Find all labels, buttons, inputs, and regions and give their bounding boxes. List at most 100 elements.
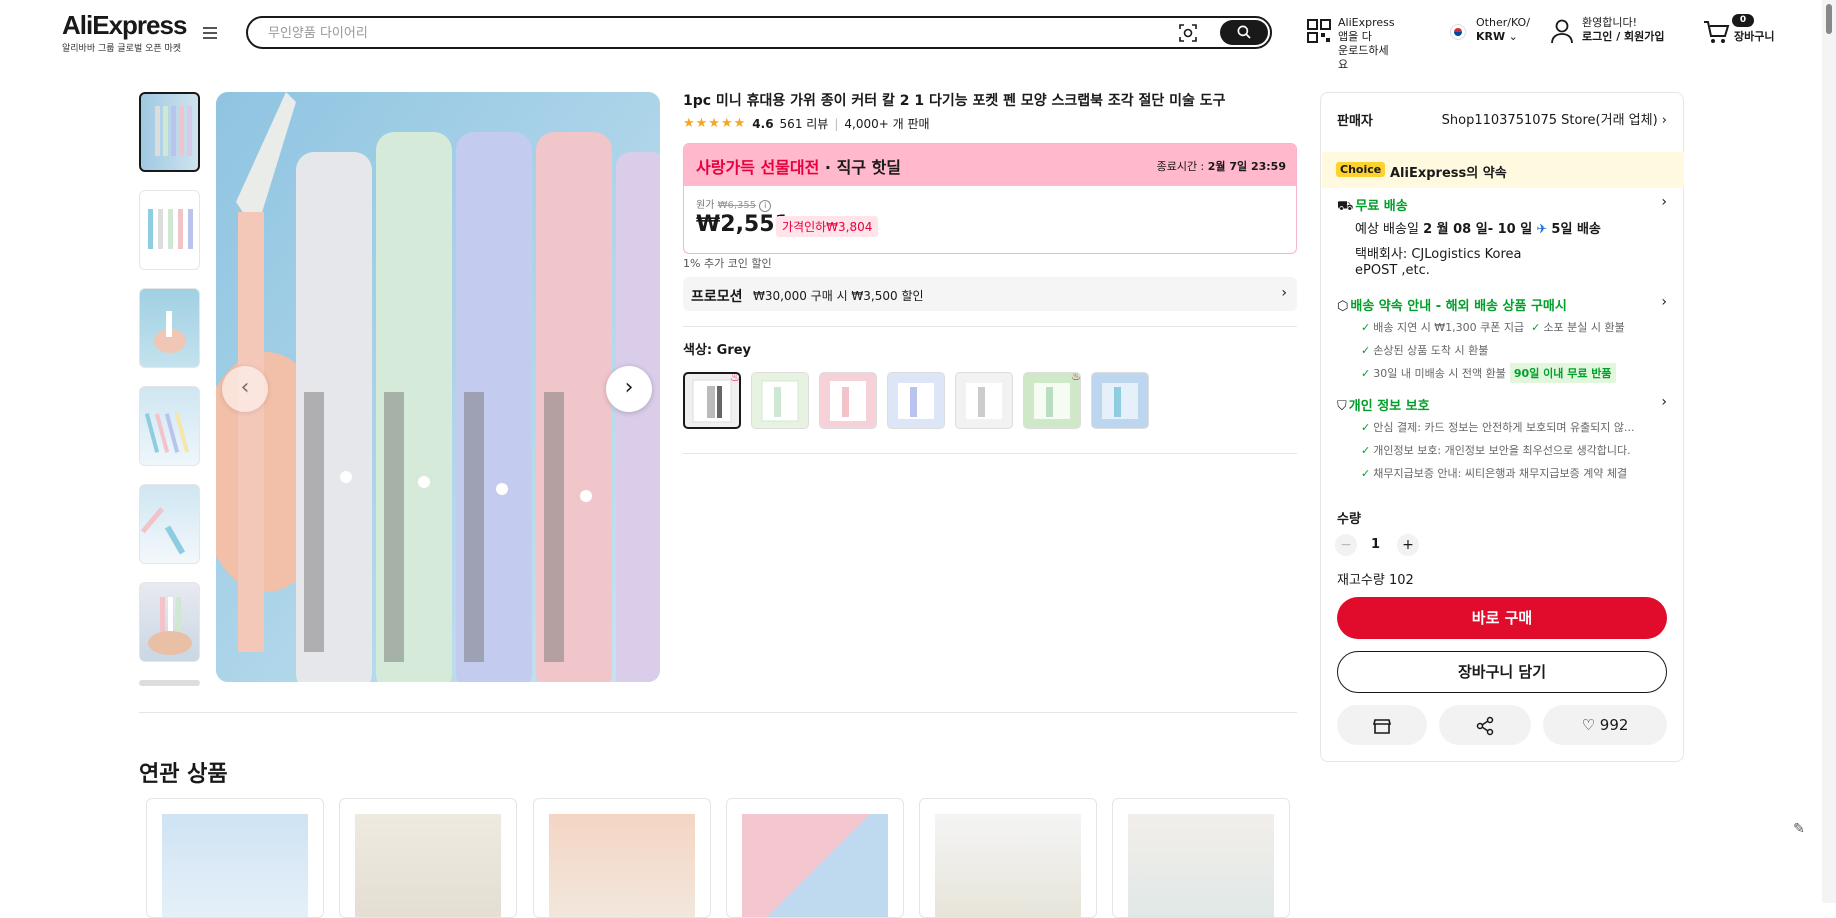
chevron-right-icon[interactable]: › (1661, 394, 1667, 410)
divider (683, 326, 1297, 327)
thumbnail[interactable] (139, 92, 200, 172)
related-product-card[interactable] (533, 798, 711, 918)
logo-subtitle: 알리바바 그룹 글로벌 오픈 마켓 (62, 44, 182, 54)
color-label: 색상: Grey (683, 343, 752, 358)
check-icon: ✓ (1531, 321, 1541, 334)
store-button[interactable] (1337, 705, 1427, 745)
coin-discount: 1% 추가 코인 할인 (683, 257, 772, 270)
promise-item: ✓ 손상된 상품 도착 시 환불 (1361, 344, 1489, 357)
cart-label: 장바구니 (1734, 30, 1775, 43)
related-product-card[interactable] (1112, 798, 1290, 918)
thumbnail[interactable] (139, 680, 200, 686)
product-thumbnail (1128, 814, 1274, 917)
star-rating-icon: ★★★★★ (683, 116, 747, 131)
sale-banner: 사랑가득 선물대전 · 직구 핫딜 종료시간 : 2월 7일 23:59 원가 … (683, 143, 1297, 254)
chevron-right-icon[interactable]: › (1661, 194, 1667, 210)
truck-icon: ⛟ (1337, 199, 1354, 214)
edit-icon[interactable]: ✎ (1788, 818, 1810, 840)
next-image-button[interactable]: › (606, 366, 652, 412)
related-product-card[interactable] (339, 798, 517, 918)
privacy-item: ✓ 개인정보 보호: 개인정보 보안을 최우선으로 생각합니다. (1361, 444, 1631, 457)
privacy-title[interactable]: ⛉ 개인 정보 보호 (1337, 395, 1430, 414)
product-thumbnail (935, 814, 1081, 917)
check-icon: ✓ (1361, 321, 1371, 334)
choice-title: AliExpress의 약속 (1390, 166, 1507, 181)
prev-image-button[interactable]: ‹ (222, 366, 268, 412)
promotion-text: ₩30,000 구매 시 ₩3,500 할인 (753, 289, 924, 303)
heart-icon: ♡ (1581, 716, 1596, 734)
swatch-green[interactable] (751, 372, 809, 429)
color-swatches: ♨ ♨ (683, 372, 1149, 429)
plane-icon: ✈ (1536, 222, 1548, 237)
free-return-badge: 90일 이내 무료 반품 (1509, 363, 1616, 383)
scrollbar-thumb[interactable] (1826, 4, 1832, 34)
original-price: 원가 ₩6,355 i (696, 196, 772, 212)
product-photo (216, 92, 660, 682)
check-icon: ✓ (1361, 444, 1371, 457)
wishlist-button[interactable]: ♡ 992 (1543, 705, 1667, 745)
thumbnail[interactable] (139, 190, 200, 270)
menu-icon[interactable] (203, 27, 217, 39)
choice-banner: Choice AliExpress의 약속 (1322, 152, 1684, 188)
chevron-left-icon: ‹ (240, 375, 250, 400)
courier-line: 택배회사: CJLogistics Korea (1355, 247, 1522, 262)
delivery-promise-title[interactable]: ⬡ 배송 약속 안내 - 해외 배송 상품 구매시 (1337, 295, 1567, 314)
rating-row: ★★★★★ 4.6 561 리뷰 | 4,000+ 개 판매 (683, 115, 930, 132)
search-button[interactable] (1220, 20, 1268, 45)
seller-link[interactable]: Shop1103751075 Store(거래 업체) › (1442, 109, 1667, 128)
product-thumbnail (162, 814, 308, 917)
rating-value: 4.6 (752, 116, 774, 131)
thumbnail[interactable] (139, 288, 200, 368)
related-product-card[interactable] (146, 798, 324, 918)
chevron-down-icon: ⌄ (1508, 30, 1518, 43)
thumbnail[interactable] (139, 582, 200, 662)
quantity-decrease-button[interactable]: − (1335, 534, 1357, 556)
swatch-mint[interactable]: ♨ (1023, 372, 1081, 429)
sale-header: 사랑가득 선물대전 · 직구 핫딜 종료시간 : 2월 7일 23:59 (684, 144, 1296, 186)
swatch-grey[interactable]: ♨ (683, 372, 741, 429)
promotion-bar[interactable]: 프로모션 ₩30,000 구매 시 ₩3,500 할인 › (683, 277, 1297, 311)
product-title: 1pc 미니 휴대용 가위 종이 커터 칼 2 1 다기능 포켓 펜 모양 스크… (683, 93, 1226, 109)
purchase-panel: 판매자 Shop1103751075 Store(거래 업체) › Choice… (1320, 92, 1684, 762)
scrollbar[interactable] (1822, 0, 1836, 903)
region-text: Other/KO/ KRW ⌄ (1476, 16, 1530, 43)
privacy-item: ✓ 채무지급보증 안내: 씨티은행과 채무지급보증 계약 체결 (1361, 467, 1628, 480)
main-product-image[interactable] (216, 92, 660, 682)
swatch-white[interactable] (955, 372, 1013, 429)
chevron-right-icon[interactable]: › (1661, 294, 1667, 310)
product-thumbnail (742, 814, 888, 917)
share-icon (1476, 716, 1494, 735)
check-icon: ✓ (1361, 344, 1371, 357)
hot-icon: ♨ (1071, 372, 1081, 383)
box-icon: ⬡ (1337, 299, 1349, 314)
free-shipping-title[interactable]: ⛟ 무료 배송 (1337, 195, 1408, 216)
add-to-cart-button[interactable]: 장바구니 담기 (1337, 651, 1667, 693)
info-icon[interactable]: i (759, 200, 772, 212)
thumbnail[interactable] (139, 386, 200, 466)
swatch-pink[interactable] (819, 372, 877, 429)
quantity-value[interactable]: 1 (1371, 537, 1380, 552)
swatch-blue[interactable] (887, 372, 945, 429)
image-search-icon[interactable] (1178, 23, 1198, 43)
account-text: 환영합니다! 로그인 / 회원가입 (1582, 16, 1665, 43)
product-thumbnail (355, 814, 501, 917)
wishlist-count: 992 (1599, 716, 1629, 734)
swatch-sky[interactable] (1091, 372, 1149, 429)
related-product-card[interactable] (726, 798, 904, 918)
aliexpress-logo[interactable]: AliExpress 알리바바 그룹 글로벌 오픈 마켓 (62, 10, 187, 54)
review-count[interactable]: 561 리뷰 (780, 115, 829, 132)
related-title: 연관 상품 (139, 762, 228, 787)
thumbnail-list (139, 92, 200, 704)
share-button[interactable] (1439, 705, 1531, 745)
chevron-right-icon: › (1281, 285, 1287, 301)
buy-now-button[interactable]: 바로 구매 (1337, 597, 1667, 639)
quantity-increase-button[interactable]: + (1397, 534, 1419, 556)
cart-icon (1704, 21, 1730, 43)
search-input[interactable] (268, 23, 1168, 43)
search-bar (246, 16, 1272, 49)
thumbnail[interactable] (139, 484, 200, 564)
check-icon: ✓ (1361, 367, 1371, 380)
related-product-card[interactable] (919, 798, 1097, 918)
privacy-item: ✓ 안심 결제: 카드 정보는 안전하게 보호되며 유출되지 않... (1361, 421, 1635, 434)
app-download-text: AliExpress 앱을 다 운로드하세요 (1338, 16, 1395, 71)
